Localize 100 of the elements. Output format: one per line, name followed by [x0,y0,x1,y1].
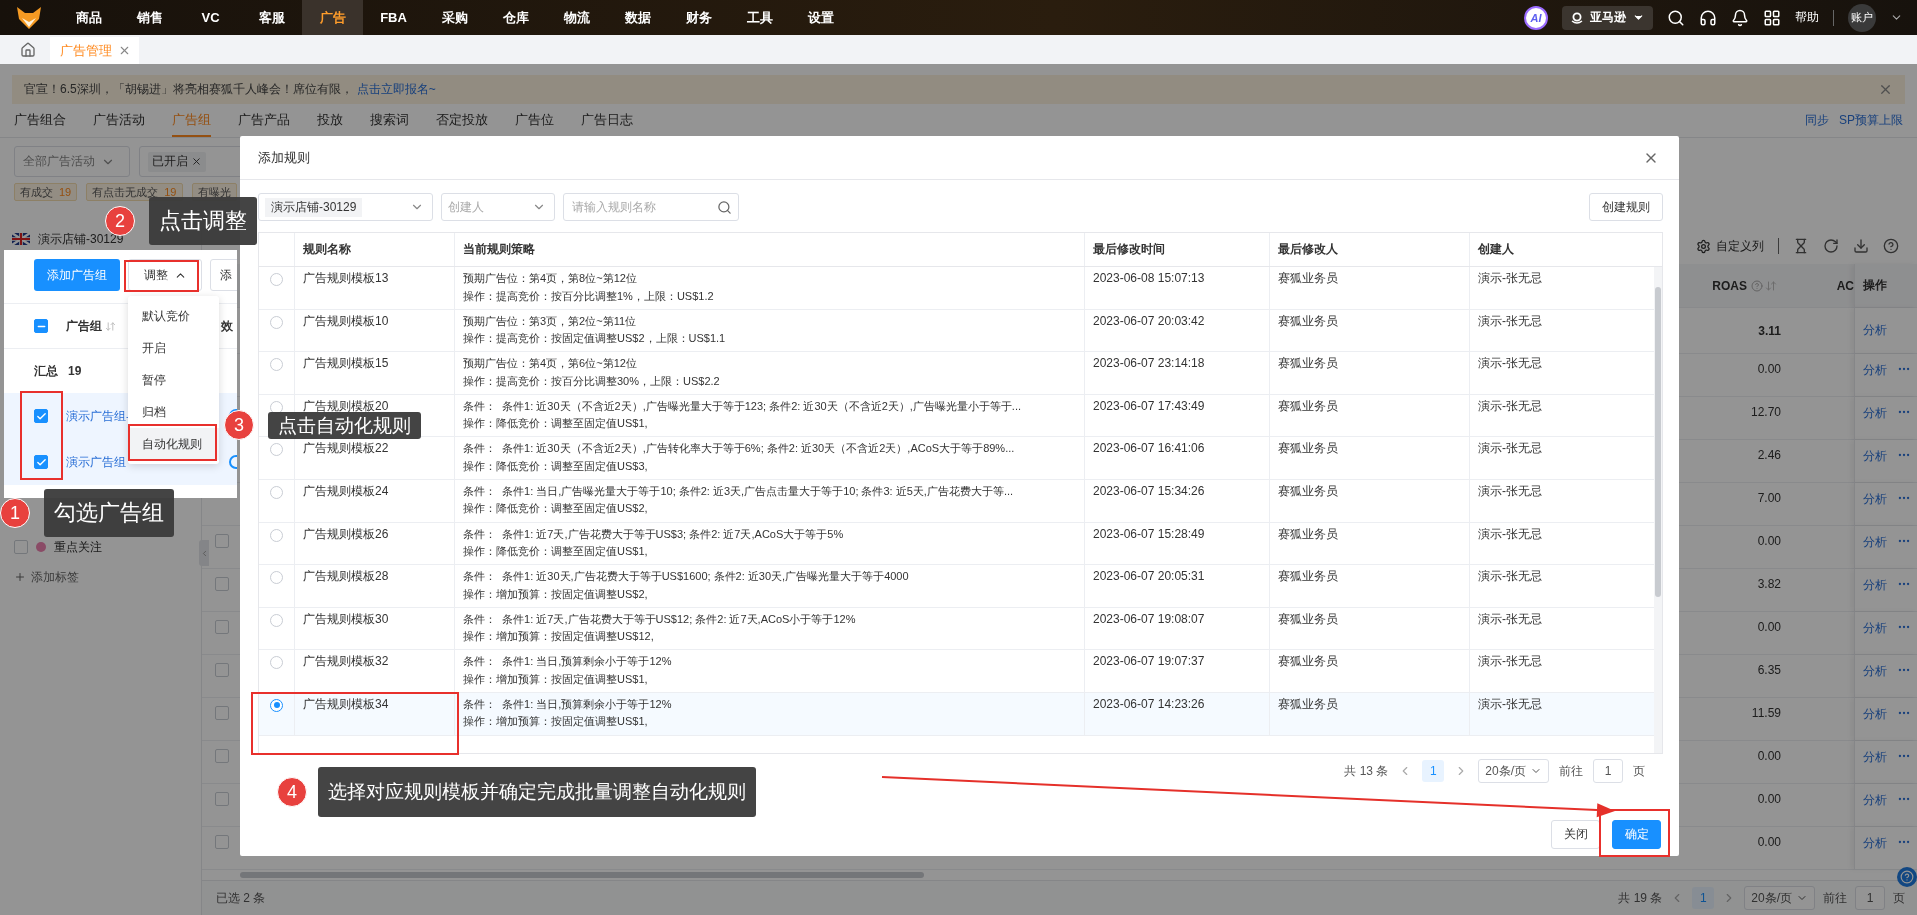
search-field[interactable]: 请输入规则名称 [563,193,739,221]
quick-filter-chip[interactable]: 有点击无成交 19 [86,183,183,201]
nav-item[interactable]: 销售 [119,0,180,35]
action-link[interactable]: 同步 [1805,112,1829,129]
nav-item[interactable]: VC [180,0,241,35]
nav-item[interactable]: 财务 [668,0,729,35]
analyze-link[interactable]: 分析 [1863,749,1887,766]
help-icon[interactable] [1883,238,1899,254]
checkbox[interactable] [215,706,229,720]
add-ad-group-button[interactable]: 添加广告组 [34,259,120,291]
hourglass-icon[interactable] [1793,238,1809,254]
analyze-link[interactable]: 分析 [1863,362,1887,379]
checkbox[interactable] [215,663,229,677]
headset-icon[interactable] [1699,8,1717,27]
radio-button[interactable] [270,528,283,542]
store-select[interactable]: 演示店铺-30129 [258,193,433,221]
analyze-link[interactable]: 分析 [1863,491,1887,508]
nav-item[interactable]: 广告 [302,0,363,35]
checkbox[interactable] [215,792,229,806]
home-icon[interactable] [20,42,36,58]
analyze-link[interactable]: 分析 [1863,448,1887,465]
checkbox[interactable] [14,540,28,554]
apps-grid-icon[interactable] [1763,8,1781,27]
nav-item[interactable]: 数据 [607,0,668,35]
sub-tab[interactable]: 广告活动 [93,104,145,137]
radio-button[interactable] [270,571,283,585]
create-rule-button[interactable]: 创建规则 [1589,193,1663,221]
radio-button[interactable] [270,358,283,372]
select-all-checkbox[interactable] [34,319,48,333]
platform-selector[interactable]: 亚马逊 [1562,5,1653,30]
sub-tab[interactable]: 广告组合 [14,104,66,137]
checkbox[interactable] [215,620,229,634]
sort-icon[interactable] [105,320,116,332]
analyze-link[interactable]: 分析 [1863,792,1887,809]
quick-filter-chip[interactable]: 有成交 19 [14,183,78,201]
analyze-link[interactable]: 分析 [1863,620,1887,637]
sub-tab[interactable]: 广告日志 [581,104,633,137]
close-icon[interactable] [1878,82,1893,97]
nav-item[interactable]: 客服 [241,0,302,35]
page-number[interactable]: 1 [1422,760,1445,782]
sub-tab[interactable]: 投放 [317,104,343,137]
analyze-link[interactable]: 分析 [1863,663,1887,680]
analyze-link[interactable]: 分析 [1863,577,1887,594]
close-icon[interactable] [191,156,202,167]
page-size-select[interactable]: 20条/页 [1478,759,1549,783]
confirm-button[interactable]: 确定 [1612,820,1661,849]
radio-button[interactable] [270,613,283,627]
analyze-link[interactable]: 分析 [1863,322,1887,339]
radio-button[interactable] [270,443,283,457]
radio-button[interactable] [270,273,283,286]
nav-item[interactable]: 采购 [424,0,485,35]
checkbox[interactable] [215,577,229,591]
menu-item[interactable]: 自动化规则 [128,428,219,460]
collapse-handle[interactable] [199,540,209,566]
page-input[interactable]: 1 [1593,759,1623,783]
nav-item[interactable]: 工具 [729,0,790,35]
add-tag-button[interactable]: 添加标签 [0,567,201,587]
help-link[interactable]: 帮助 [1795,9,1819,26]
radio-button[interactable] [270,315,283,329]
search-icon[interactable] [1667,8,1685,27]
radio-button[interactable] [270,656,283,670]
sub-tab[interactable]: 广告产品 [238,104,290,137]
checkbox[interactable] [34,409,48,423]
action-link[interactable]: SP预算上限 [1839,112,1903,129]
download-icon[interactable] [1853,238,1869,254]
analyze-link[interactable]: 分析 [1863,405,1887,422]
tag-label[interactable]: 重点关注 [54,538,102,556]
close-icon[interactable] [118,44,131,57]
sub-tab[interactable]: 广告位 [515,104,554,137]
sub-tab[interactable]: 否定投放 [436,104,488,137]
radio-button[interactable] [270,698,283,712]
ad-group-link[interactable]: 演示广告组- [66,408,130,424]
page-input[interactable]: 1 [1855,886,1885,910]
account-avatar[interactable]: 账户 [1848,3,1876,32]
sub-tab[interactable]: 搜索词 [370,104,409,137]
close-button[interactable]: 关闭 [1551,820,1600,849]
nav-item[interactable]: 仓库 [485,0,546,35]
nav-item[interactable]: 商品 [58,0,119,35]
nav-item[interactable]: 设置 [790,0,851,35]
signup-link[interactable]: 点击立即报名~ [356,81,436,98]
checkbox[interactable] [34,455,48,469]
bell-icon[interactable] [1731,8,1749,27]
radio-button[interactable] [270,485,283,499]
analyze-link[interactable]: 分析 [1863,706,1887,723]
add-button[interactable]: 添 [210,259,237,291]
nav-item[interactable]: FBA [363,0,424,35]
checkbox[interactable] [215,534,229,548]
menu-item[interactable]: 归档 [128,396,219,428]
ad-group-link[interactable]: 演示广告组 [66,454,126,470]
menu-item[interactable]: 默认竞价 [128,300,219,332]
analyze-link[interactable]: 分析 [1863,835,1887,852]
refresh-icon[interactable] [1823,238,1839,254]
nav-item[interactable]: 物流 [546,0,607,35]
page-size-select[interactable]: 20条/页 [1744,886,1815,910]
checkbox[interactable] [215,749,229,763]
checkbox[interactable] [215,835,229,849]
menu-item[interactable]: 开启 [128,332,219,364]
menu-item[interactable]: 暂停 [128,364,219,396]
ai-button[interactable]: AI [1524,5,1548,30]
analyze-link[interactable]: 分析 [1863,534,1887,551]
